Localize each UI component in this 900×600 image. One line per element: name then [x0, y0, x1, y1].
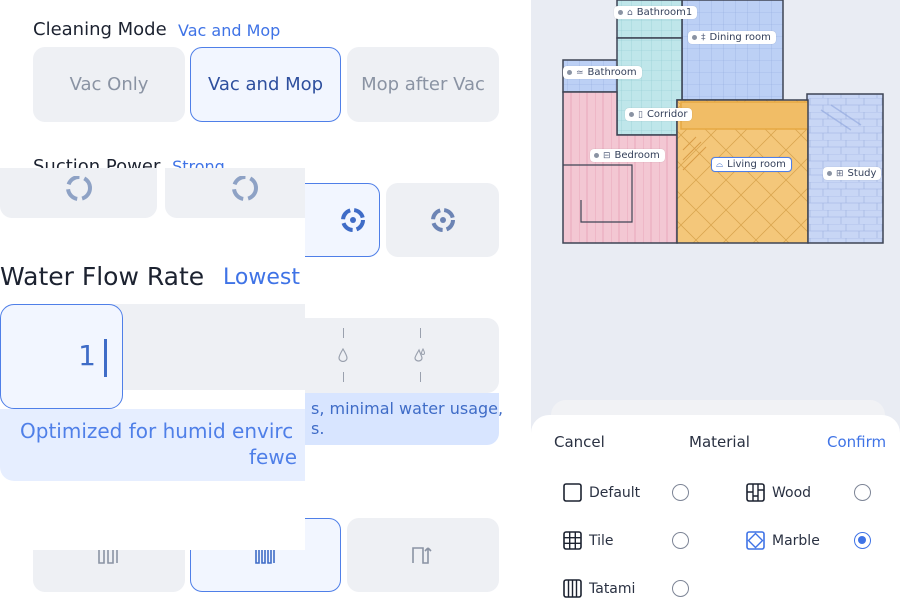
suction-power-title: Suction Power Strong	[33, 156, 225, 168]
mode-option-mop-after-vac[interactable]: Mop after Vac	[347, 47, 499, 122]
radio-tatami[interactable]	[672, 580, 689, 597]
mode-option-vac-only[interactable]: Vac Only	[33, 47, 185, 122]
material-label: Tatami	[589, 580, 636, 597]
material-option-tile[interactable]: Tile	[563, 531, 614, 550]
room-dot	[594, 153, 599, 158]
water-drops-icon	[414, 348, 426, 362]
toilet-icon: ⌂	[627, 7, 633, 18]
fan-icon	[340, 208, 365, 232]
study-icon: ⊞	[836, 168, 844, 179]
room-dining[interactable]	[681, 0, 784, 101]
description-line2: fewe	[249, 445, 298, 469]
map-panel: ⌂ Bathroom1 ‡ Dining room ≃ Bathroom ▯ C…	[531, 0, 900, 600]
room-label-living[interactable]: ⌓ Living room	[711, 157, 792, 172]
slider-tick	[343, 372, 344, 382]
water-flow-level-number: 1	[78, 339, 96, 372]
radio-wood[interactable]	[854, 484, 871, 501]
material-label: Default	[589, 484, 641, 501]
room-dot	[618, 10, 623, 15]
material-option-default[interactable]: Default	[563, 483, 640, 502]
description-back-line2: s.	[311, 419, 325, 438]
room-name: Study	[847, 168, 877, 179]
room-name: Living room	[727, 159, 786, 170]
screen: Cleaning Mode Vac and Mop Vac Only Vac a…	[0, 0, 900, 600]
fan-icon	[232, 176, 258, 201]
fan-icon	[430, 208, 455, 232]
cancel-button[interactable]: Cancel	[554, 433, 605, 451]
water-drop-icon	[338, 348, 348, 362]
room-label-corridor[interactable]: ▯ Corridor	[625, 108, 693, 121]
room-name: Corridor	[646, 109, 688, 120]
dining-icon: ‡	[701, 32, 706, 43]
suction-option-standard[interactable]	[165, 168, 305, 218]
route-option-edge[interactable]	[347, 518, 499, 592]
confirm-button[interactable]: Confirm	[827, 433, 886, 451]
water-flow-title: Water Flow Rate	[0, 262, 205, 291]
corridor-icon: ▯	[638, 109, 643, 120]
room-dot	[567, 70, 572, 75]
room-dot	[827, 171, 832, 176]
suction-power-title-text: Suction Power	[33, 156, 161, 168]
room-dot	[692, 35, 697, 40]
room-dot	[629, 112, 634, 117]
tile-grid-icon	[563, 531, 582, 550]
cleaning-mode-value: Vac and Mop	[178, 21, 281, 40]
bath-icon: ≃	[576, 67, 584, 78]
water-flow-value: Lowest	[223, 265, 300, 290]
default-square-icon	[563, 483, 582, 502]
bed-icon: ⊟	[603, 150, 611, 161]
room-label-bathroom1[interactable]: ⌂ Bathroom1	[614, 6, 698, 19]
fan-icon	[65, 176, 92, 201]
route-edge-icon	[412, 547, 432, 564]
slider-tick	[343, 328, 344, 338]
suction-option-max[interactable]	[386, 183, 499, 257]
material-option-marble[interactable]: Marble	[746, 531, 820, 550]
cleaning-settings-panel: Cleaning Mode Vac and Mop Vac Only Vac a…	[0, 0, 531, 600]
room-label-bedroom[interactable]: ⊟ Bedroom	[590, 149, 665, 162]
water-flow-level-selected[interactable]: 1	[0, 304, 123, 409]
material-sheet: Cancel Material Confirm Default Wood Til…	[531, 415, 900, 600]
radio-marble[interactable]	[854, 532, 871, 549]
suction-power-value: Strong	[172, 157, 225, 168]
wood-icon	[746, 483, 765, 502]
overlay-panel: Water Flow Rate Lowest 1 Optimized for h…	[0, 168, 305, 550]
material-option-tatami[interactable]: Tatami	[563, 579, 635, 598]
material-option-wood[interactable]: Wood	[746, 483, 811, 502]
sheet-title: Material	[689, 433, 750, 451]
material-label: Wood	[772, 484, 812, 501]
room-label-bathroom[interactable]: ≃ Bathroom	[563, 66, 642, 79]
radio-tile[interactable]	[672, 532, 689, 549]
description-line1: Optimized for humid envirc	[20, 419, 294, 443]
material-label: Tile	[589, 532, 614, 549]
mode-option-vac-and-mop[interactable]: Vac and Mop	[190, 47, 341, 122]
cleaning-mode-title: Cleaning Mode	[33, 19, 167, 40]
slider-tick	[420, 372, 421, 382]
suction-option-quiet[interactable]	[0, 168, 157, 218]
radio-default[interactable]	[672, 484, 689, 501]
description-back-line1: s, minimal water usage,	[311, 399, 504, 418]
room-label-study[interactable]: ⊞ Study	[823, 167, 882, 180]
slider-tick	[420, 328, 421, 338]
room-name: Bathroom	[587, 67, 637, 78]
tatami-icon	[563, 579, 582, 598]
room-label-dining[interactable]: ‡ Dining room	[688, 31, 776, 44]
room-name: Bathroom1	[636, 7, 693, 18]
sofa-icon: ⌓	[716, 159, 724, 170]
material-label: Marble	[772, 532, 820, 549]
marble-diamond-icon	[746, 531, 765, 550]
room-name: Bedroom	[614, 150, 660, 161]
water-flow-level-marker	[104, 339, 107, 377]
room-name: Dining room	[709, 32, 771, 43]
